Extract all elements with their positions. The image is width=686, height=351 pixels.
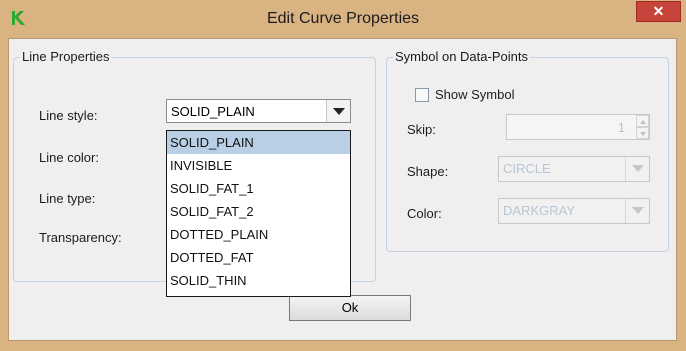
line-style-value: SOLID_PLAIN (171, 104, 255, 119)
show-symbol-checkbox[interactable] (415, 88, 429, 102)
window-title: Edit Curve Properties (266, 10, 420, 27)
dropdown-option[interactable]: DOTTED_FAT (167, 246, 350, 269)
line-style-combo[interactable]: SOLID_PLAIN (166, 99, 351, 123)
chevron-down-icon[interactable] (625, 157, 649, 181)
dropdown-option[interactable]: SOLID_FAT_1 (167, 177, 350, 200)
dropdown-option[interactable]: DOTTED_PLAIN (167, 223, 350, 246)
line-color-label: Line color: (39, 150, 99, 165)
color-value: DARKGRAY (503, 203, 575, 218)
dropdown-option[interactable]: INVISIBLE (167, 154, 350, 177)
line-type-label: Line type: (39, 191, 96, 206)
transparency-label: Transparency: (39, 230, 122, 245)
shape-combo[interactable]: CIRCLE (498, 156, 650, 182)
spinner-down-icon[interactable] (636, 127, 649, 139)
dropdown-option[interactable]: SOLID_FAT_2 (167, 200, 350, 223)
spinner-up-icon[interactable] (636, 115, 649, 127)
dropdown-option[interactable]: SOLID_PLAIN (167, 131, 350, 154)
skip-label: Skip: (407, 122, 436, 137)
dialog-content: Line Properties Line style: SOLID_PLAIN … (8, 38, 677, 341)
line-style-dropdown-list[interactable]: SOLID_PLAIN INVISIBLE SOLID_FAT_1 SOLID_… (166, 130, 351, 297)
chevron-down-icon[interactable] (625, 199, 649, 223)
shape-label: Shape: (407, 164, 449, 179)
skip-value: 1 (617, 120, 625, 135)
show-symbol-label: Show Symbol (435, 87, 515, 102)
symbol-group-title: Symbol on Data-Points (393, 49, 530, 64)
ok-button[interactable]: Ok (289, 295, 411, 321)
chevron-down-icon[interactable] (326, 100, 350, 122)
color-combo[interactable]: DARKGRAY (498, 198, 650, 224)
edit-curve-properties-window: Edit Curve Properties ✕ Line Properties … (0, 0, 686, 351)
skip-spinner[interactable]: 1 (506, 114, 650, 140)
line-properties-title: Line Properties (20, 49, 112, 64)
shape-value: CIRCLE (503, 161, 551, 176)
close-button[interactable]: ✕ (636, 1, 681, 22)
dropdown-option[interactable]: SOLID_THIN (167, 269, 350, 292)
line-style-label: Line style: (39, 108, 98, 123)
color-label: Color: (407, 206, 442, 221)
title-bar[interactable]: Edit Curve Properties ✕ (0, 0, 686, 38)
